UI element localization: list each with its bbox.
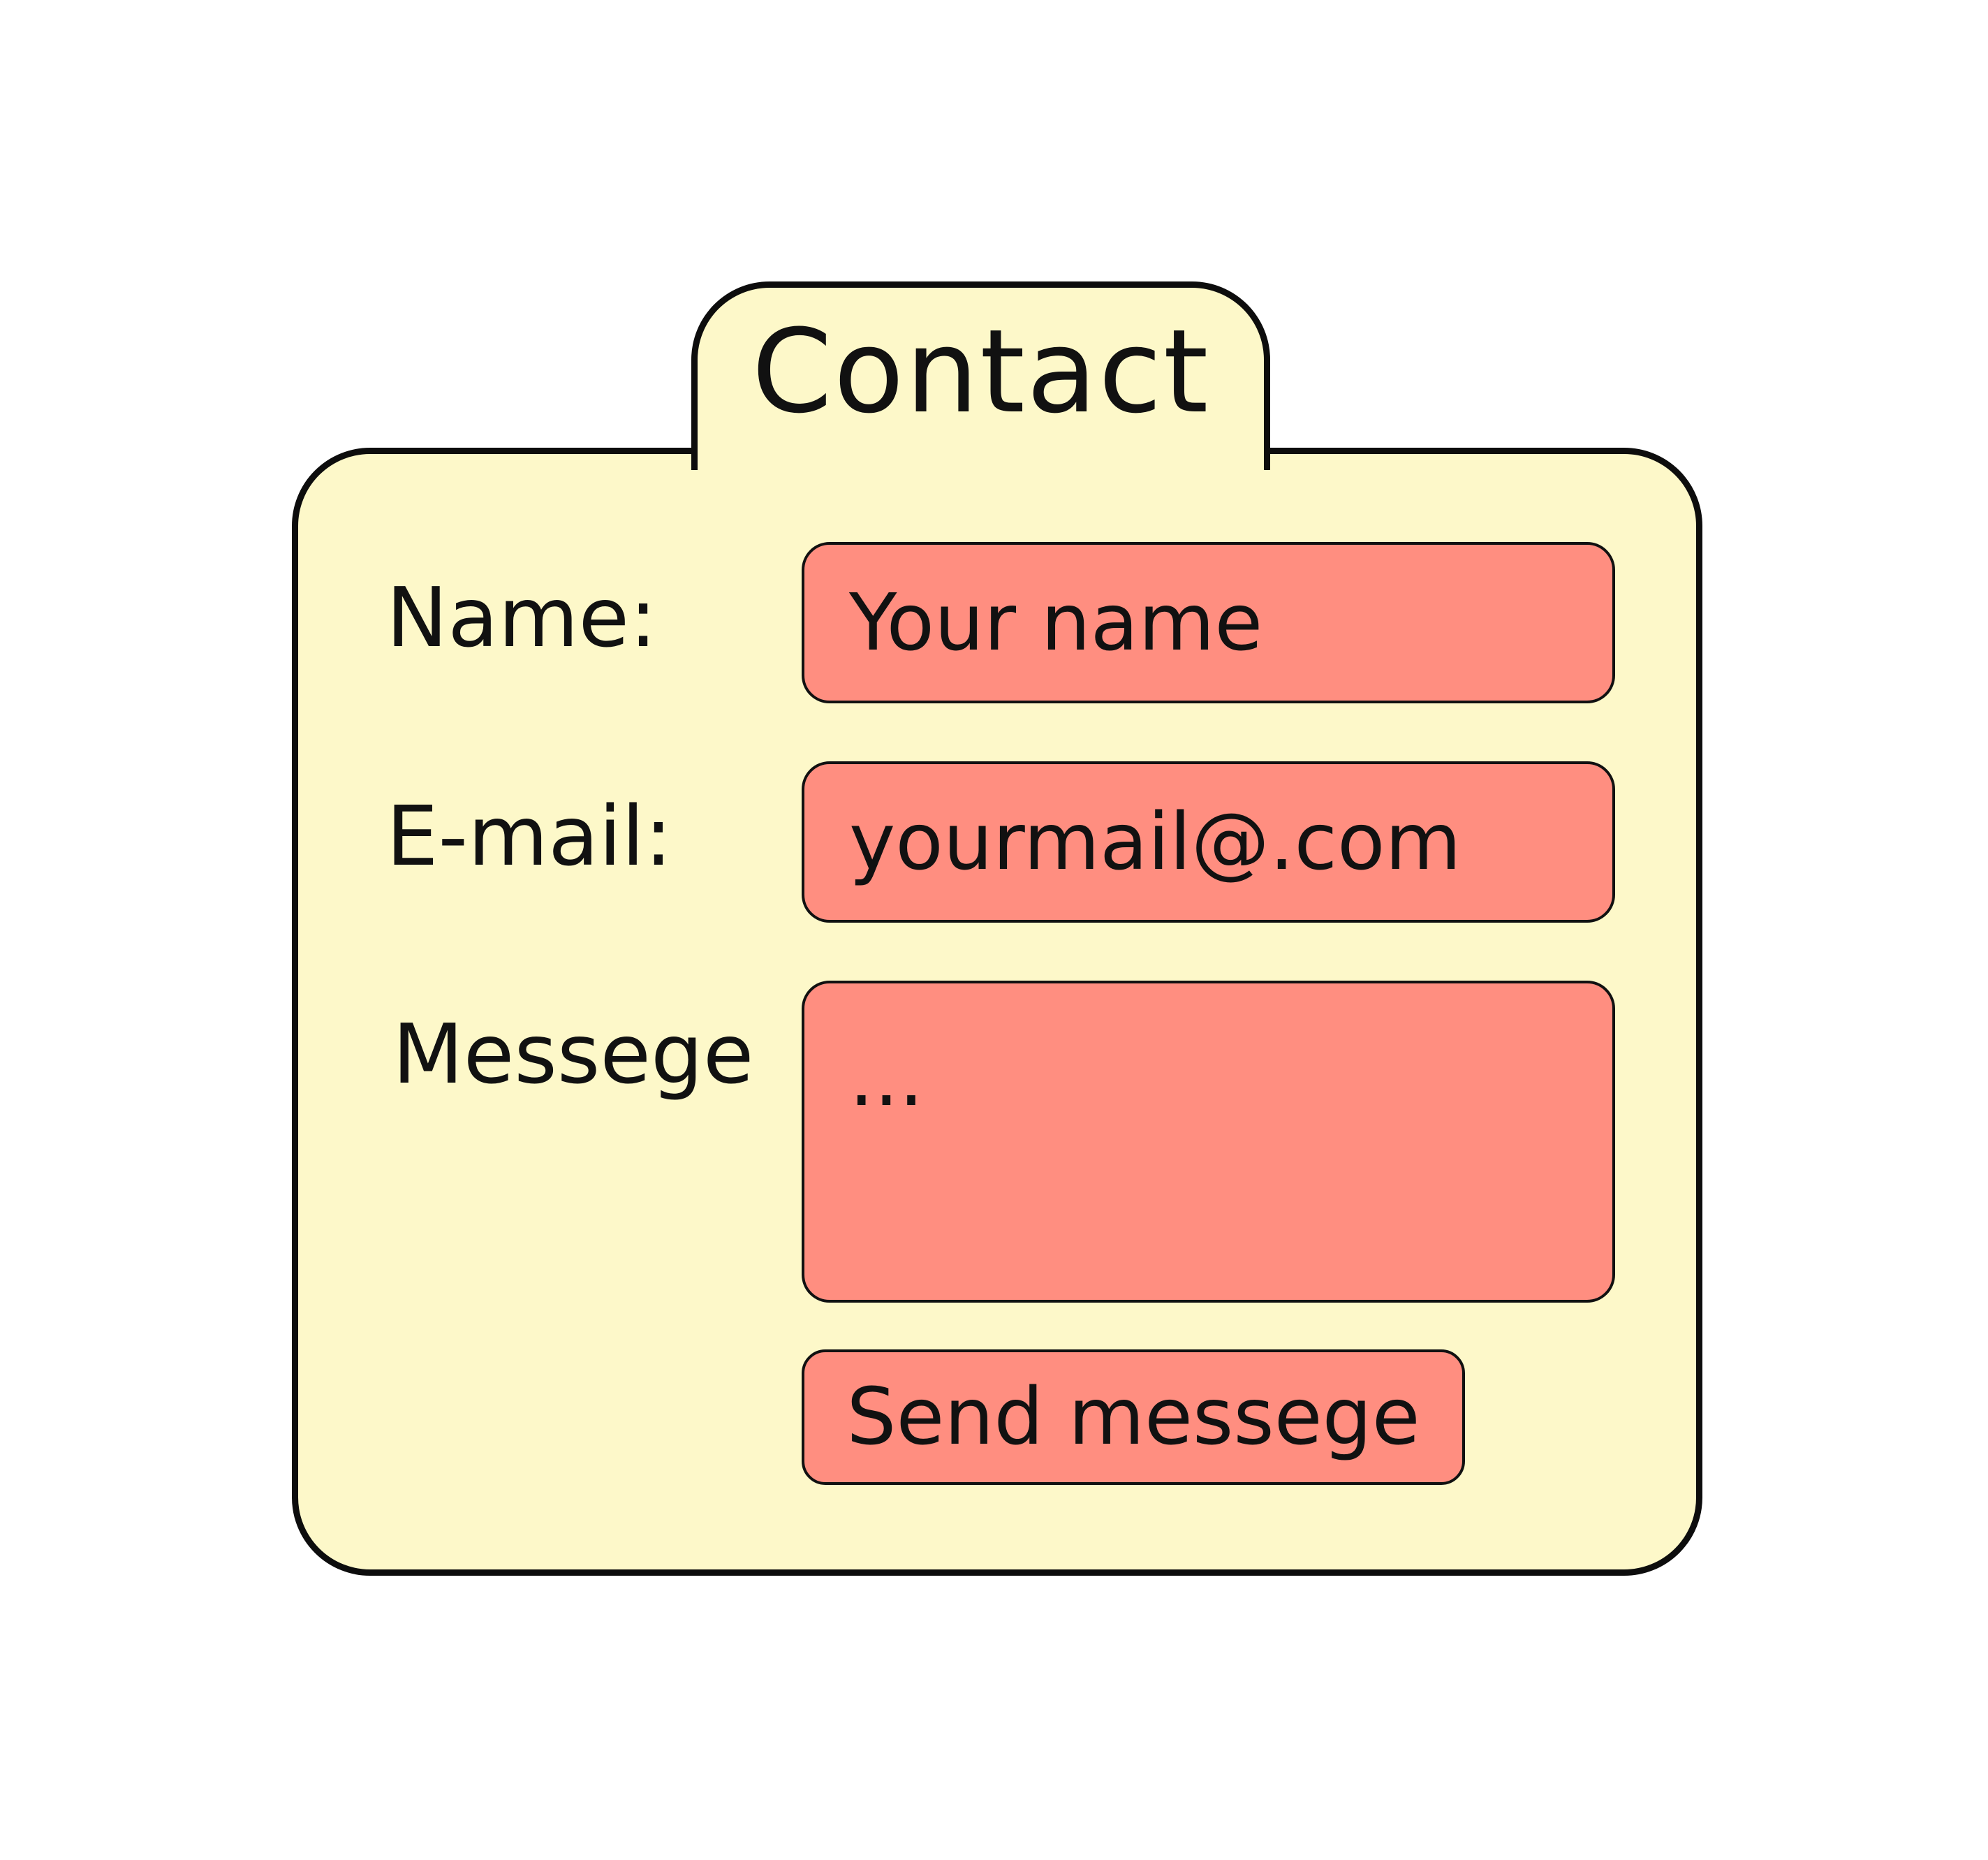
- email-input[interactable]: [802, 761, 1615, 923]
- contact-title: Contact: [751, 305, 1210, 439]
- send-message-button[interactable]: Send messege: [802, 1349, 1465, 1485]
- contact-tab: Contact: [691, 281, 1270, 470]
- message-label: Messege: [392, 1006, 754, 1102]
- email-label: E-mail:: [386, 788, 672, 884]
- name-label: Name:: [386, 569, 657, 666]
- message-textarea[interactable]: [802, 981, 1615, 1303]
- name-input[interactable]: [802, 542, 1615, 703]
- tab-join: [698, 445, 1264, 457]
